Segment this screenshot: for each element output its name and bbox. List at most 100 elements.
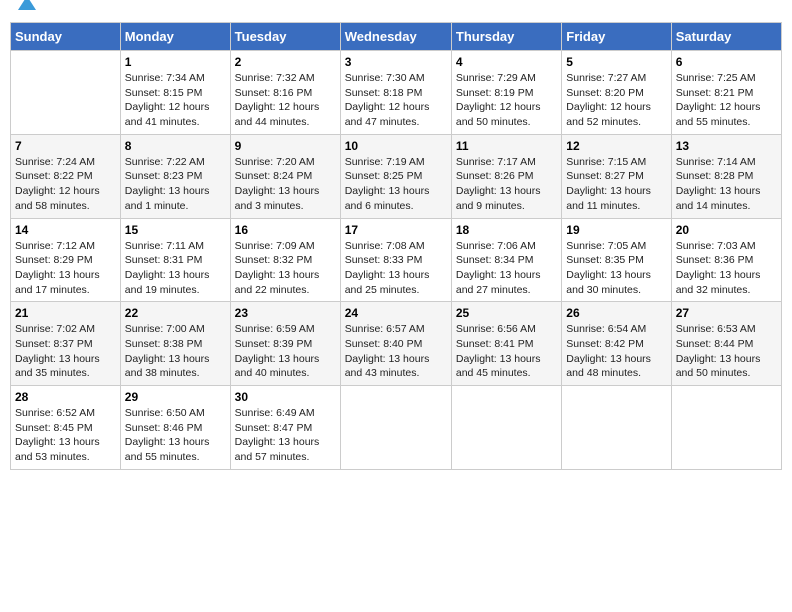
calendar-cell xyxy=(671,386,781,470)
calendar-cell: 17 Sunrise: 7:08 AMSunset: 8:33 PMDayligh… xyxy=(340,218,451,302)
day-info: Sunrise: 7:03 AMSunset: 8:36 PMDaylight:… xyxy=(676,239,777,298)
day-info: Sunrise: 7:05 AMSunset: 8:35 PMDaylight:… xyxy=(566,239,666,298)
calendar-cell: 28 Sunrise: 6:52 AMSunset: 8:45 PMDayligh… xyxy=(11,386,121,470)
day-number: 27 xyxy=(676,306,777,320)
calendar-cell: 20 Sunrise: 7:03 AMSunset: 8:36 PMDayligh… xyxy=(671,218,781,302)
day-info: Sunrise: 6:52 AMSunset: 8:45 PMDaylight:… xyxy=(15,406,116,465)
day-number: 28 xyxy=(15,390,116,404)
calendar-cell: 6 Sunrise: 7:25 AMSunset: 8:21 PMDaylight… xyxy=(671,51,781,135)
calendar-cell: 23 Sunrise: 6:59 AMSunset: 8:39 PMDayligh… xyxy=(230,302,340,386)
day-number: 9 xyxy=(235,139,336,153)
calendar-cell xyxy=(451,386,561,470)
day-number: 10 xyxy=(345,139,447,153)
calendar-cell: 1 Sunrise: 7:34 AMSunset: 8:15 PMDaylight… xyxy=(120,51,230,135)
page-header xyxy=(10,10,782,14)
calendar-cell: 30 Sunrise: 6:49 AMSunset: 8:47 PMDayligh… xyxy=(230,386,340,470)
calendar-cell: 7 Sunrise: 7:24 AMSunset: 8:22 PMDaylight… xyxy=(11,134,121,218)
weekday-header-tuesday: Tuesday xyxy=(230,23,340,51)
calendar-cell: 29 Sunrise: 6:50 AMSunset: 8:46 PMDayligh… xyxy=(120,386,230,470)
calendar-cell: 12 Sunrise: 7:15 AMSunset: 8:27 PMDayligh… xyxy=(562,134,671,218)
day-info: Sunrise: 7:32 AMSunset: 8:16 PMDaylight:… xyxy=(235,71,336,130)
day-number: 20 xyxy=(676,223,777,237)
weekday-header-saturday: Saturday xyxy=(671,23,781,51)
calendar-cell: 8 Sunrise: 7:22 AMSunset: 8:23 PMDaylight… xyxy=(120,134,230,218)
calendar-cell: 24 Sunrise: 6:57 AMSunset: 8:40 PMDayligh… xyxy=(340,302,451,386)
weekday-header-wednesday: Wednesday xyxy=(340,23,451,51)
calendar-cell: 4 Sunrise: 7:29 AMSunset: 8:19 PMDaylight… xyxy=(451,51,561,135)
day-info: Sunrise: 7:12 AMSunset: 8:29 PMDaylight:… xyxy=(15,239,116,298)
day-info: Sunrise: 6:49 AMSunset: 8:47 PMDaylight:… xyxy=(235,406,336,465)
day-info: Sunrise: 7:06 AMSunset: 8:34 PMDaylight:… xyxy=(456,239,557,298)
day-number: 3 xyxy=(345,55,447,69)
day-number: 13 xyxy=(676,139,777,153)
day-number: 8 xyxy=(125,139,226,153)
day-info: Sunrise: 7:24 AMSunset: 8:22 PMDaylight:… xyxy=(15,155,116,214)
day-info: Sunrise: 7:27 AMSunset: 8:20 PMDaylight:… xyxy=(566,71,666,130)
day-number: 6 xyxy=(676,55,777,69)
day-number: 29 xyxy=(125,390,226,404)
day-number: 24 xyxy=(345,306,447,320)
day-number: 26 xyxy=(566,306,666,320)
calendar-cell: 11 Sunrise: 7:17 AMSunset: 8:26 PMDayligh… xyxy=(451,134,561,218)
day-number: 30 xyxy=(235,390,336,404)
calendar-table: SundayMondayTuesdayWednesdayThursdayFrid… xyxy=(10,22,782,470)
day-info: Sunrise: 7:02 AMSunset: 8:37 PMDaylight:… xyxy=(15,322,116,381)
calendar-cell: 3 Sunrise: 7:30 AMSunset: 8:18 PMDaylight… xyxy=(340,51,451,135)
day-info: Sunrise: 6:53 AMSunset: 8:44 PMDaylight:… xyxy=(676,322,777,381)
day-number: 21 xyxy=(15,306,116,320)
day-number: 12 xyxy=(566,139,666,153)
day-info: Sunrise: 6:50 AMSunset: 8:46 PMDaylight:… xyxy=(125,406,226,465)
day-info: Sunrise: 7:19 AMSunset: 8:25 PMDaylight:… xyxy=(345,155,447,214)
day-info: Sunrise: 7:20 AMSunset: 8:24 PMDaylight:… xyxy=(235,155,336,214)
day-number: 15 xyxy=(125,223,226,237)
day-info: Sunrise: 6:54 AMSunset: 8:42 PMDaylight:… xyxy=(566,322,666,381)
day-number: 18 xyxy=(456,223,557,237)
day-number: 2 xyxy=(235,55,336,69)
calendar-cell: 27 Sunrise: 6:53 AMSunset: 8:44 PMDayligh… xyxy=(671,302,781,386)
day-info: Sunrise: 6:57 AMSunset: 8:40 PMDaylight:… xyxy=(345,322,447,381)
day-number: 14 xyxy=(15,223,116,237)
day-number: 17 xyxy=(345,223,447,237)
day-info: Sunrise: 7:17 AMSunset: 8:26 PMDaylight:… xyxy=(456,155,557,214)
day-info: Sunrise: 7:25 AMSunset: 8:21 PMDaylight:… xyxy=(676,71,777,130)
calendar-cell xyxy=(562,386,671,470)
calendar-cell: 9 Sunrise: 7:20 AMSunset: 8:24 PMDaylight… xyxy=(230,134,340,218)
day-number: 1 xyxy=(125,55,226,69)
calendar-cell: 5Sunrise: 7:27 AMSunset: 8:20 PMDaylight… xyxy=(562,51,671,135)
day-info: Sunrise: 7:11 AMSunset: 8:31 PMDaylight:… xyxy=(125,239,226,298)
calendar-cell: 16 Sunrise: 7:09 AMSunset: 8:32 PMDayligh… xyxy=(230,218,340,302)
calendar-cell: 10 Sunrise: 7:19 AMSunset: 8:25 PMDayligh… xyxy=(340,134,451,218)
day-number: 23 xyxy=(235,306,336,320)
day-number: 11 xyxy=(456,139,557,153)
calendar-cell: 22 Sunrise: 7:00 AMSunset: 8:38 PMDayligh… xyxy=(120,302,230,386)
calendar-cell: 26 Sunrise: 6:54 AMSunset: 8:42 PMDayligh… xyxy=(562,302,671,386)
day-info: Sunrise: 7:09 AMSunset: 8:32 PMDaylight:… xyxy=(235,239,336,298)
day-number: 19 xyxy=(566,223,666,237)
calendar-cell: 13Sunrise: 7:14 AMSunset: 8:28 PMDayligh… xyxy=(671,134,781,218)
day-info: Sunrise: 7:15 AMSunset: 8:27 PMDaylight:… xyxy=(566,155,666,214)
day-info: Sunrise: 7:29 AMSunset: 8:19 PMDaylight:… xyxy=(456,71,557,130)
day-info: Sunrise: 7:08 AMSunset: 8:33 PMDaylight:… xyxy=(345,239,447,298)
calendar-cell: 21 Sunrise: 7:02 AMSunset: 8:37 PMDayligh… xyxy=(11,302,121,386)
day-info: Sunrise: 6:59 AMSunset: 8:39 PMDaylight:… xyxy=(235,322,336,381)
day-info: Sunrise: 7:00 AMSunset: 8:38 PMDaylight:… xyxy=(125,322,226,381)
weekday-header-monday: Monday xyxy=(120,23,230,51)
day-info: Sunrise: 7:34 AMSunset: 8:15 PMDaylight:… xyxy=(125,71,226,130)
weekday-header-sunday: Sunday xyxy=(11,23,121,51)
weekday-header-thursday: Thursday xyxy=(451,23,561,51)
calendar-cell: 15 Sunrise: 7:11 AMSunset: 8:31 PMDayligh… xyxy=(120,218,230,302)
weekday-header-friday: Friday xyxy=(562,23,671,51)
calendar-cell: 18 Sunrise: 7:06 AMSunset: 8:34 PMDayligh… xyxy=(451,218,561,302)
calendar-cell: 19 Sunrise: 7:05 AMSunset: 8:35 PMDayligh… xyxy=(562,218,671,302)
day-number: 16 xyxy=(235,223,336,237)
day-number: 25 xyxy=(456,306,557,320)
calendar-cell xyxy=(11,51,121,135)
day-number: 4 xyxy=(456,55,557,69)
day-info: Sunrise: 7:30 AMSunset: 8:18 PMDaylight:… xyxy=(345,71,447,130)
logo-icon xyxy=(16,0,38,14)
calendar-cell: 25Sunrise: 6:56 AMSunset: 8:41 PMDayligh… xyxy=(451,302,561,386)
day-info: Sunrise: 7:22 AMSunset: 8:23 PMDaylight:… xyxy=(125,155,226,214)
day-number: 7 xyxy=(15,139,116,153)
logo xyxy=(14,10,38,14)
day-number: 22 xyxy=(125,306,226,320)
